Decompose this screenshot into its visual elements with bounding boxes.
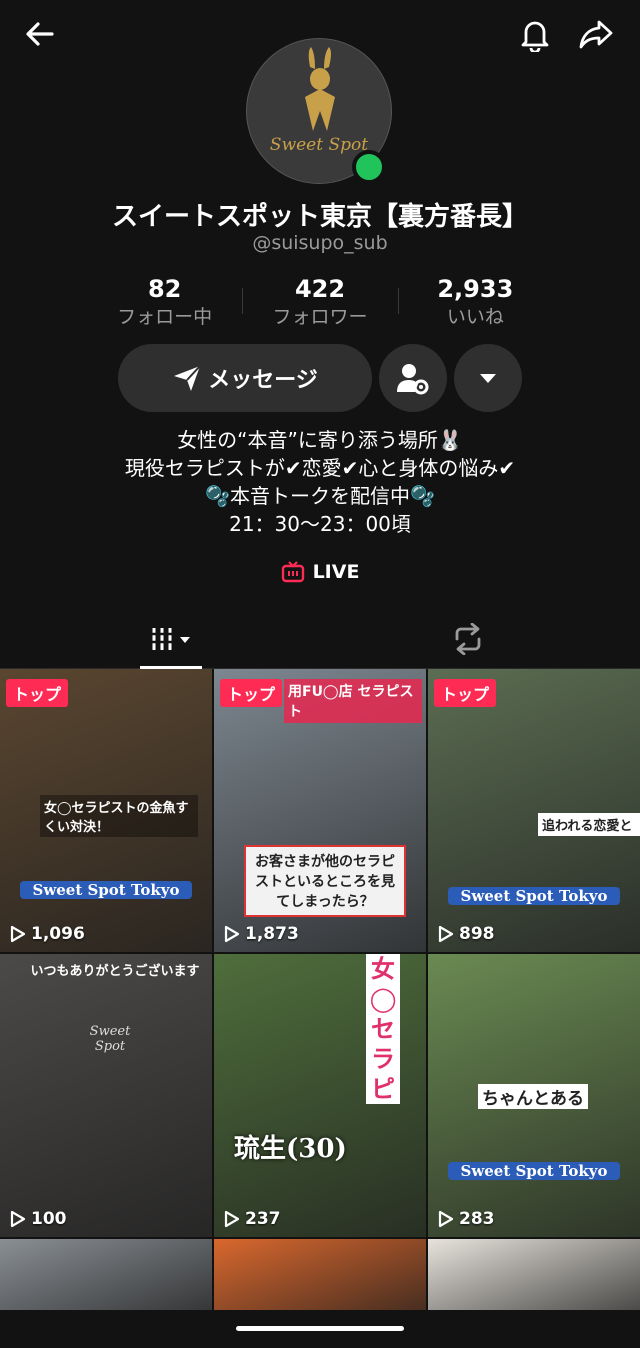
video-thumbnail[interactable] — [0, 1239, 212, 1310]
play-icon — [224, 925, 240, 943]
view-count: 1,873 — [224, 924, 299, 944]
bio-line: 現役セラピストが✔恋愛✔心と身体の悩み✔ — [124, 456, 516, 480]
pinned-badge: トップ — [434, 679, 497, 707]
thumbnail-brand: Sweet Spot Tokyo — [448, 887, 620, 905]
pinned-badge: トップ — [220, 679, 283, 707]
video-thumbnail[interactable] — [214, 1239, 426, 1310]
send-icon — [174, 365, 201, 391]
view-count: 100 — [10, 1209, 67, 1229]
share-icon — [579, 20, 613, 49]
video-thumbnail[interactable]: 追われる恋愛と Sweet Spot Tokyo トップ 898 — [428, 669, 640, 952]
share-button[interactable] — [574, 12, 618, 56]
view-count: 898 — [438, 924, 495, 944]
tab-reposts[interactable] — [440, 610, 496, 668]
user-settings-icon — [397, 364, 429, 395]
thumbnail-caption: 追われる恋愛と — [538, 813, 640, 836]
live-link[interactable]: LIVE — [0, 560, 640, 584]
video-thumbnail[interactable]: 女◯セラピ 琉生(30) 237 — [214, 954, 426, 1237]
video-thumbnail[interactable]: 用FU◯店 セラピスト お客さまが他のセラピストといるところを見てしまったら？ … — [214, 669, 426, 952]
following-label: フォロー中 — [117, 306, 213, 328]
play-icon — [438, 925, 454, 943]
view-count-text: 1,096 — [31, 924, 85, 944]
play-icon — [438, 1210, 454, 1228]
bio-line: 🫧本音トークを配信中🫧 — [205, 484, 435, 508]
thumbnail-caption: 女◯セラピストの金魚すくい対決！ — [40, 795, 198, 837]
pinned-badge: トップ — [6, 679, 69, 707]
view-count-text: 1,873 — [245, 924, 299, 944]
notifications-button[interactable] — [513, 12, 557, 56]
bell-icon — [521, 21, 549, 52]
play-icon — [224, 1210, 240, 1228]
followers-label: フォロワー — [272, 306, 368, 328]
rabbit-logo-icon — [305, 47, 335, 131]
back-button[interactable] — [18, 12, 62, 56]
thumbnail-brand: Sweet Spot — [89, 1024, 131, 1054]
likes-label: いいね — [446, 306, 504, 328]
view-count: 283 — [438, 1209, 495, 1229]
thumbnail-caption: いつもありがとうございます — [30, 964, 200, 979]
bio-line: 21：30〜23：00頃 — [229, 512, 411, 536]
thumbnail-brand: Sweet Spot Tokyo — [448, 1162, 620, 1180]
repost-icon — [455, 623, 481, 655]
view-count: 237 — [224, 1209, 281, 1229]
message-button-label: メッセージ — [208, 368, 318, 393]
username-handle: @suisupo_sub — [252, 232, 388, 254]
play-icon — [10, 1210, 26, 1228]
live-tv-icon — [281, 561, 304, 583]
view-count-text: 283 — [459, 1209, 495, 1229]
followers-stat[interactable]: 422 フォロワー — [242, 274, 397, 334]
thumbnail-image — [428, 669, 640, 952]
following-stat[interactable]: 82 フォロー中 — [87, 274, 242, 334]
play-icon — [10, 925, 26, 943]
home-indicator — [236, 1326, 404, 1331]
profile-bio: 女性の“本音”に寄り添う場所🐰 現役セラピストが✔恋愛✔心と身体の悩み✔ 🫧本音… — [0, 426, 640, 538]
thumbnail-caption: 琉生(30) — [234, 1134, 347, 1164]
online-status-indicator — [352, 150, 386, 184]
thumbnail-brand: 用FU◯店 セラピスト — [284, 679, 422, 723]
likes-stat[interactable]: 2,933 いいね — [397, 274, 553, 334]
view-count-text: 237 — [245, 1209, 281, 1229]
thumbnail-image — [0, 1239, 212, 1310]
thumbnail-caption: お客さまが他のセラピストといるところを見てしまったら？ — [244, 845, 406, 917]
view-count-text: 100 — [31, 1209, 67, 1229]
followers-count: 422 — [294, 275, 346, 303]
video-thumbnail[interactable]: ちゃんとある Sweet Spot Tokyo 283 — [428, 954, 640, 1237]
following-count: 82 — [147, 275, 182, 303]
bio-line: 女性の“本音”に寄り添う場所🐰 — [177, 428, 463, 452]
view-count-text: 898 — [459, 924, 495, 944]
tab-videos[interactable] — [140, 610, 202, 668]
chevron-down-icon — [480, 374, 496, 383]
grid-icon — [150, 628, 190, 650]
view-count: 1,096 — [10, 924, 85, 944]
likes-count: 2,933 — [437, 275, 514, 303]
thumbnail-brand: 女◯セラピ — [366, 954, 400, 1104]
thumbnail-image — [428, 1239, 640, 1310]
thumbnail-image — [214, 1239, 426, 1310]
friend-settings-button[interactable] — [379, 344, 447, 412]
video-thumbnail[interactable]: いつもありがとうございます Sweet Spot 100 — [0, 954, 212, 1237]
live-label: LIVE — [312, 561, 360, 583]
thumbnail-caption: ちゃんとある — [478, 1084, 588, 1109]
display-name: スイートスポット東京【裏方番長】 — [111, 202, 528, 232]
profile-stats: 82 フォロー中 422 フォロワー 2,933 いいね — [87, 274, 553, 334]
video-thumbnail[interactable] — [428, 1239, 640, 1310]
message-button[interactable]: メッセージ — [118, 344, 372, 412]
thumbnail-brand: Sweet Spot Tokyo — [20, 881, 192, 899]
thumbnail-image — [0, 954, 212, 1237]
arrow-left-icon — [26, 22, 54, 46]
more-options-button[interactable] — [454, 344, 522, 412]
content-tabs — [0, 610, 640, 669]
video-thumbnail[interactable]: 女◯セラピストの金魚すくい対決！ Sweet Spot Tokyo トップ 1,… — [0, 669, 212, 952]
